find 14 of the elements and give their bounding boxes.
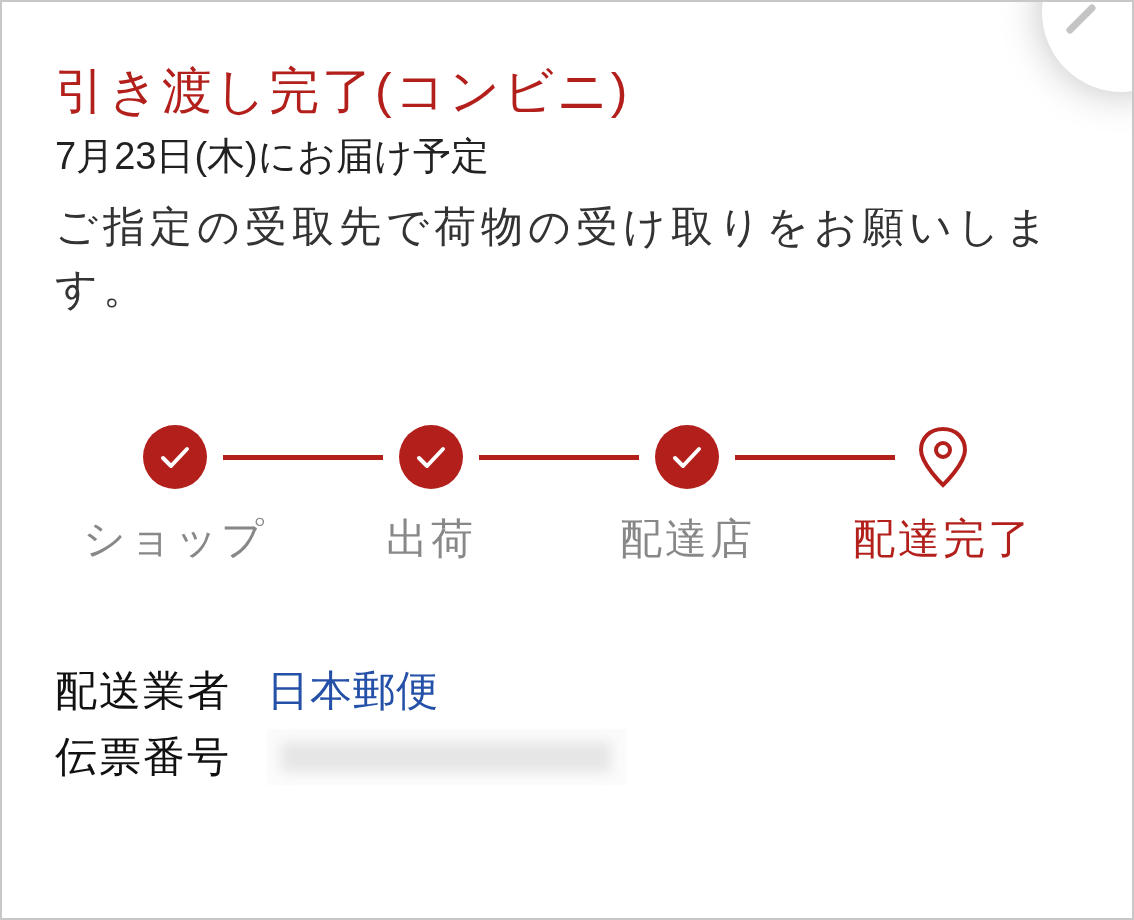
message-text: ご指定の受取先で荷物の受け取りをお願いします。 [55,202,1054,314]
status-title: 引き渡し完了(コンビニ) [55,62,631,121]
check-circle-icon [399,425,463,489]
check-circle-icon [655,425,719,489]
close-icon [1066,4,1096,34]
step-label: ショップ [83,514,267,564]
detail-label: 配送業者 [55,666,231,716]
detail-label: 伝票番号 [55,732,231,782]
step-label: 出荷 [386,514,476,564]
check-circle-icon [143,425,207,489]
step-label: 配達完了 [853,514,1033,564]
delivery-date: 7月23日(木)にお届け予定 [55,134,489,179]
carrier-link[interactable]: 日本郵便 [267,663,439,719]
step-label: 配達店 [619,514,755,564]
